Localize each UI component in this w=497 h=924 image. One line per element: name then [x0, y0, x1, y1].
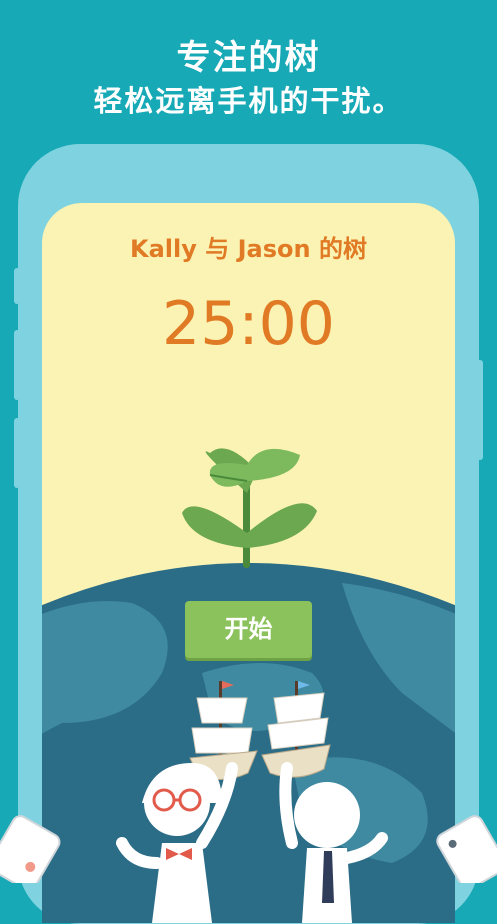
sprout-icon	[182, 448, 317, 568]
start-button[interactable]: 开始	[185, 601, 312, 658]
phone-side-button	[477, 360, 483, 460]
promo-subline: 轻松远离手机的干扰。	[93, 84, 404, 118]
phone-side-button	[14, 268, 20, 304]
planet-illustration	[42, 448, 455, 923]
app-screen: Kally 与 Jason 的树 25:00 开始	[42, 203, 455, 923]
phone-side-button	[14, 330, 20, 400]
promo-headline: 专注的树	[176, 38, 321, 78]
phone-side-button	[14, 418, 20, 488]
